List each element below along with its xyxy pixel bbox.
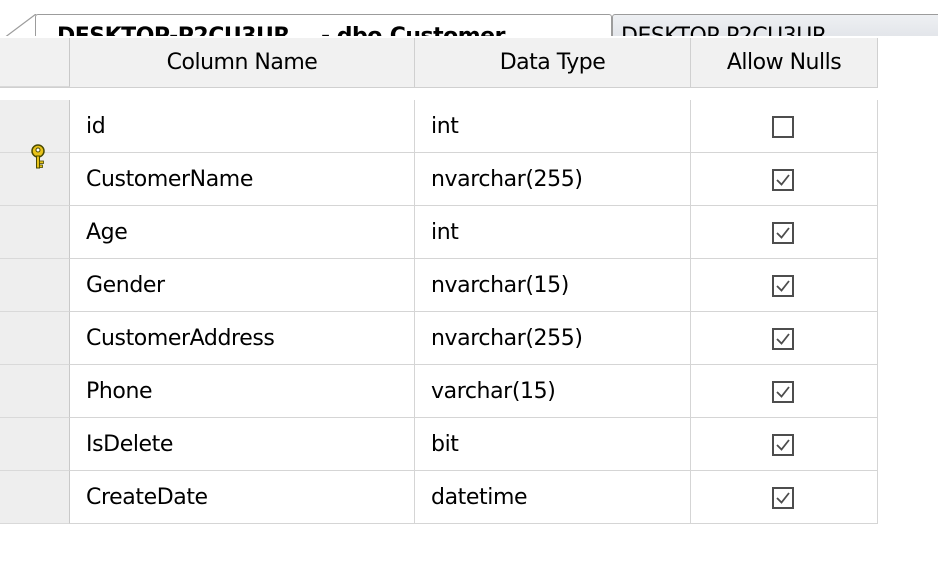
check-icon xyxy=(776,280,790,292)
allow-nulls-checkbox[interactable] xyxy=(772,169,794,191)
column-name-cell[interactable]: CustomerAddress xyxy=(70,312,415,365)
grid-corner xyxy=(0,38,70,87)
row-selector[interactable] xyxy=(0,206,70,259)
column-name-cell[interactable]: IsDelete xyxy=(70,418,415,471)
check-icon xyxy=(776,439,790,451)
column-name-cell[interactable]: CustomerName xyxy=(70,153,415,206)
tab-strip: DESKTOP-P2CU3UR... - dbo.Customer DESKTO… xyxy=(0,0,938,36)
check-icon xyxy=(776,174,790,186)
data-type-cell[interactable]: nvarchar(255) xyxy=(415,312,691,365)
data-type-cell[interactable]: datetime xyxy=(415,471,691,524)
tab-second-document-label[interactable]: DESKTOP-P2CU3UR... - xyxy=(621,24,860,36)
tab-customer-design-label[interactable]: DESKTOP-P2CU3UR... - dbo.Customer xyxy=(57,24,505,36)
check-icon xyxy=(776,227,790,239)
check-icon xyxy=(776,333,790,345)
key-icon xyxy=(31,144,45,169)
check-icon xyxy=(776,386,790,398)
allow-nulls-checkbox[interactable] xyxy=(772,116,794,138)
row-selector[interactable] xyxy=(0,418,70,471)
column-name-cell[interactable]: id xyxy=(70,100,415,153)
row-selector[interactable] xyxy=(0,471,70,524)
allow-nulls-checkbox[interactable] xyxy=(772,275,794,297)
column-name-cell[interactable]: Phone xyxy=(70,365,415,418)
data-type-cell[interactable]: nvarchar(15) xyxy=(415,259,691,312)
row-selector[interactable] xyxy=(0,259,70,312)
column-name-cell[interactable]: Age xyxy=(70,206,415,259)
data-type-cell[interactable]: nvarchar(255) xyxy=(415,153,691,206)
data-type-cell[interactable]: varchar(15) xyxy=(415,365,691,418)
check-icon xyxy=(776,492,790,504)
column-header-type[interactable]: Data Type xyxy=(415,38,691,87)
row-selector[interactable] xyxy=(0,365,70,418)
tab-active-edge xyxy=(0,14,40,36)
allow-nulls-checkbox[interactable] xyxy=(772,328,794,350)
column-header-name[interactable]: Column Name xyxy=(70,38,415,87)
column-name-cell[interactable]: CreateDate xyxy=(70,471,415,524)
allow-nulls-checkbox[interactable] xyxy=(772,222,794,244)
data-type-cell[interactable]: int xyxy=(415,100,691,153)
column-name-cell[interactable]: Gender xyxy=(70,259,415,312)
data-type-cell[interactable]: bit xyxy=(415,418,691,471)
column-header-nulls[interactable]: Allow Nulls xyxy=(691,38,878,87)
allow-nulls-checkbox[interactable] xyxy=(772,487,794,509)
allow-nulls-checkbox[interactable] xyxy=(772,381,794,403)
allow-nulls-checkbox[interactable] xyxy=(772,434,794,456)
row-selector[interactable] xyxy=(0,312,70,365)
data-type-cell[interactable]: int xyxy=(415,206,691,259)
